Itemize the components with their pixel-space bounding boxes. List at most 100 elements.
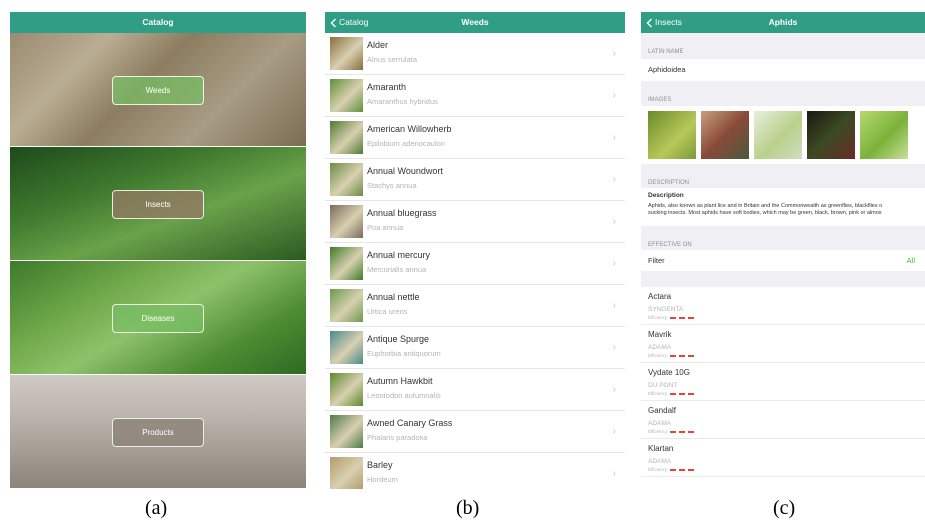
caption-b: (b) [456,497,480,519]
weed-thumbnail [330,121,363,154]
list-item[interactable]: Annual Woundwort Stachys annua › [325,159,625,201]
list-item[interactable]: Annual nettle Urtica urens › [325,285,625,327]
efficiency-label: Efficiency [648,315,668,320]
list-item[interactable]: Antique Spurge Euphorbia antiquorum › [325,327,625,369]
efficiency-dash [670,468,677,471]
weed-thumbnail [330,457,363,489]
efficiency-indicator: Efficiency [648,315,695,320]
description-text-2: sucking insects. Most aphids have soft b… [648,210,882,216]
efficiency-dash [670,316,677,319]
list-item[interactable]: Annual mercury Mercurialis annua › [325,243,625,285]
aphids-detail-screen: Insects Aphids LATIN NAME Aphidoidea IMA… [641,12,925,489]
section-header-latin: LATIN NAME [641,33,925,59]
chevron-right-icon: › [612,468,616,479]
weed-name: Alder [367,40,389,50]
efficiency-dash [688,354,695,357]
section-spacer [641,271,925,287]
efficiency-dash [688,468,695,471]
product-row[interactable]: Gandalf ADAMA Efficiency [641,401,925,439]
section-header-images: IMAGES [641,81,925,106]
weed-name: Barley [367,460,393,470]
weed-thumbnail [330,37,363,70]
aphid-image[interactable] [648,111,696,159]
product-company: SYNGENTA [648,306,684,313]
weed-thumbnail [330,205,363,238]
product-name: Actara [648,292,672,301]
list-item[interactable]: Autumn Hawkbit Leontodon autumnalis › [325,369,625,411]
product-company: ADAMA [648,458,672,465]
category-button-insects[interactable]: Insects [112,190,204,219]
weed-thumbnail [330,289,363,322]
chevron-right-icon: › [612,48,616,59]
product-company: DU PONT [648,382,678,389]
weed-name: Annual mercury [367,250,431,260]
product-row[interactable]: Vydate 10G DU PONT Efficiency [641,363,925,401]
efficiency-dash [688,316,695,319]
section-header-effective: EFFECTIVE ON [641,226,925,250]
description-cell: Description Aphids, also known as plant … [641,188,925,226]
filter-row[interactable]: Filter All [641,250,925,271]
category-button-products[interactable]: Products [112,418,204,447]
product-row[interactable]: Klartan ADAMA Efficiency [641,439,925,477]
caption-a: (a) [145,497,168,519]
weed-latin-name: Euphorbia antiquorum [367,349,441,358]
chevron-right-icon: › [612,300,616,311]
efficiency-label: Efficiency [648,353,668,358]
list-item[interactable]: Barley Hordeum › [325,453,625,489]
product-name: Mavrik [648,330,672,339]
efficiency-dash [670,354,677,357]
weed-name: Amaranth [367,82,407,92]
chevron-right-icon: › [612,132,616,143]
nav-bar: Catalog Weeds [325,12,625,33]
aphid-image[interactable] [754,111,802,159]
product-row[interactable]: Mavrik ADAMA Efficiency [641,325,925,363]
description-title: Description [648,192,684,199]
category-tile-products[interactable]: Products [10,375,306,488]
screen-title: Aphids [768,17,798,27]
efficiency-dash [679,354,686,357]
image-gallery [641,106,925,164]
weed-name: Annual bluegrass [367,208,437,218]
product-name: Gandalf [648,406,677,415]
category-tile-insects[interactable]: Insects [10,147,306,260]
list-item[interactable]: Annual bluegrass Poa annua › [325,201,625,243]
category-button-weeds[interactable]: Weeds [112,76,204,105]
aphid-image[interactable] [701,111,749,159]
category-button-diseases[interactable]: Diseases [112,304,204,333]
screen-title: Weeds [461,17,489,27]
list-item[interactable]: American Willowherb Epilobium adenocaulon… [325,117,625,159]
product-company: ADAMA [648,420,672,427]
list-item[interactable]: Alder Alnus serrulata › [325,33,625,75]
weed-latin-name: Urtica urens [367,307,408,316]
filter-value[interactable]: All [907,250,915,271]
efficiency-dash [688,430,695,433]
weed-latin-name: Epilobium adenocaulon [367,139,445,148]
weed-name: Autumn Hawkbit [367,376,433,386]
list-item[interactable]: Awned Canary Grass Phalaris paradoxa › [325,411,625,453]
category-tile-diseases[interactable]: Diseases [10,261,306,374]
efficiency-label: Efficiency [648,391,668,396]
weed-thumbnail [330,331,363,364]
product-row[interactable]: Actara SYNGENTA Efficiency [641,287,925,325]
category-tile-weeds[interactable]: Weeds [10,33,306,146]
weed-name: Annual Woundwort [367,166,443,176]
weed-name: Awned Canary Grass [367,418,453,428]
chevron-right-icon: › [612,258,616,269]
list-item[interactable]: Amaranth Amaranthus hybridus › [325,75,625,117]
efficiency-indicator: Efficiency [648,353,695,358]
nav-bar: Catalog [10,12,306,33]
chevron-right-icon: › [612,426,616,437]
weed-latin-name: Poa annua [367,223,404,232]
efficiency-dash [670,430,677,433]
weed-thumbnail [330,163,363,196]
efficiency-indicator: Efficiency [648,467,695,472]
efficiency-dash [679,392,686,395]
weed-thumbnail [330,415,363,448]
weed-thumbnail [330,79,363,112]
efficiency-label: Efficiency [648,429,668,434]
product-list: Actara SYNGENTA Efficiency Mavrik ADAMA Effic… [641,287,925,477]
aphid-image[interactable] [860,111,908,159]
aphid-image[interactable] [807,111,855,159]
weed-list: Alder Alnus serrulata › Amaranth Amaranthus … [325,33,625,489]
weed-name: Annual nettle [367,292,420,302]
